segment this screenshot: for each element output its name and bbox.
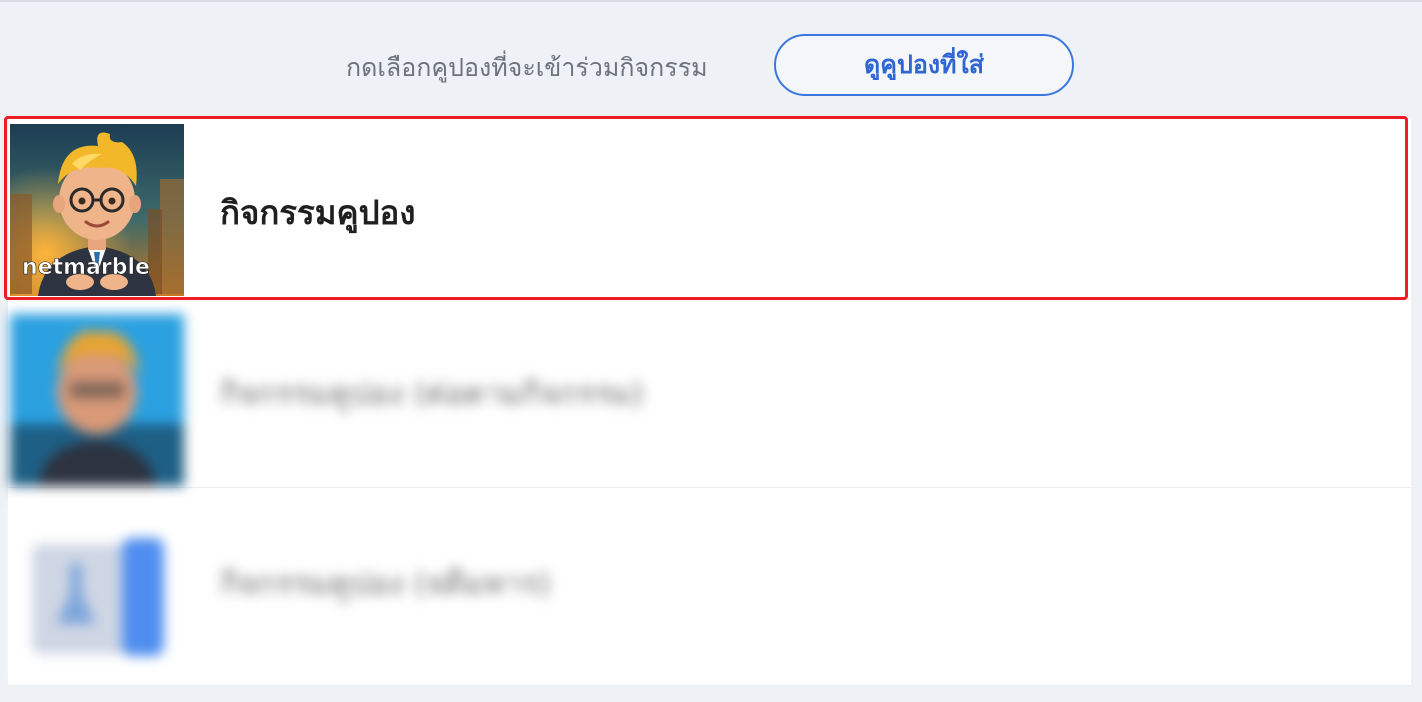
event-title: กิจกรรมคูปอง [220,193,416,232]
event-thumbnail [10,314,184,486]
event-thumbnail [10,504,184,676]
netmarble-logo-text: netmarble [22,255,150,280]
event-title: กิจกรรมคูปอง (ต่อตามกิจกรรม) [220,376,644,412]
event-title: กิจกรรมคูปอง (จดีมหาร) [220,566,551,602]
view-coupons-button[interactable]: ดูคูปองที่ใส่ [774,34,1074,96]
event-row-blurred[interactable]: กิจกรรมคูปอง (จดีมหาร) [8,498,1411,686]
coupon-header: กดเลือกคูปองที่จะเข้าร่วมกิจกรรม ดูคูปอง… [0,34,1422,100]
top-divider [0,0,1422,2]
netmarble-thumbnail: netmarble [10,124,184,296]
event-row-blurred[interactable]: กิจกรรมคูปอง (ต่อตามกิจกรรม) [8,308,1411,488]
event-list: netmarble กิจกรรมคูปอง กิจกรรมคูปอง (ต่อ… [8,118,1411,686]
event-row-coupon[interactable]: netmarble กิจกรรมคูปอง [8,118,1411,300]
instruction-text: กดเลือกคูปองที่จะเข้าร่วมกิจกรรม [346,53,708,82]
